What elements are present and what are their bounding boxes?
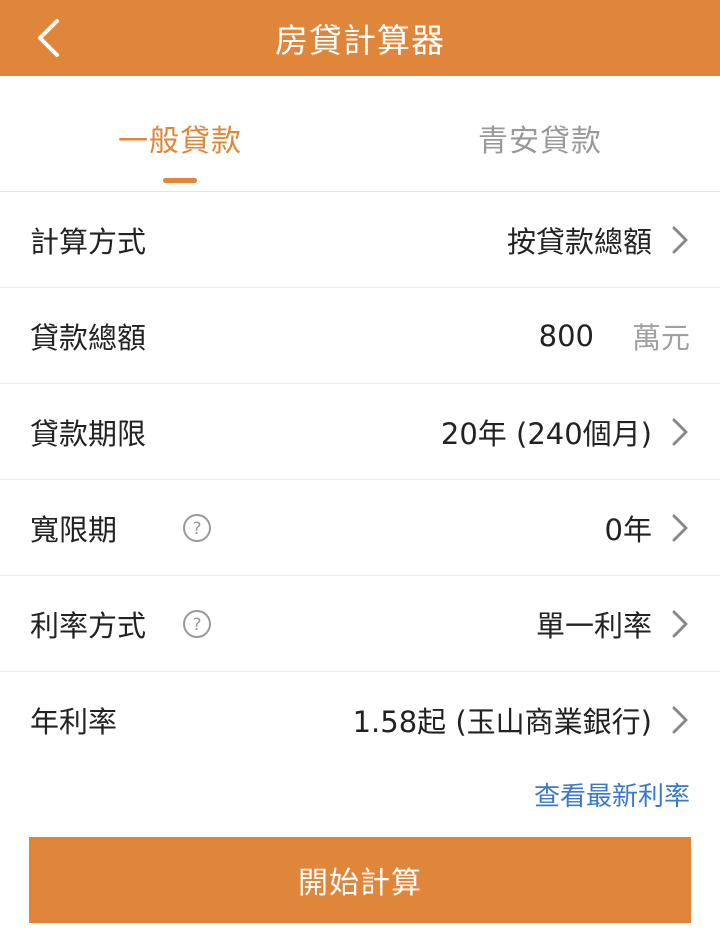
tab-label: 青安貸款	[478, 124, 602, 159]
chevron-right-icon	[668, 223, 692, 257]
loan-amount-input[interactable]: 800	[539, 319, 594, 353]
row-value: 0年	[604, 512, 652, 547]
row-label: 計算方式	[30, 224, 147, 259]
loan-form: 計算方式 按貸款總額 貸款總額 800 萬元 貸款期限 20年 (240個月) …	[0, 192, 720, 768]
calculate-button[interactable]: 開始計算	[29, 837, 691, 923]
row-label: 利率方式	[30, 608, 147, 643]
row-loan-term[interactable]: 貸款期限 20年 (240個月)	[0, 384, 720, 480]
tab-youth-loan[interactable]: 青安貸款	[360, 76, 720, 191]
row-value: 20年 (240個月)	[440, 416, 652, 451]
unit-label: 萬元	[631, 320, 690, 355]
back-button[interactable]	[28, 18, 68, 58]
row-label: 貸款總額	[30, 320, 147, 355]
row-value: 單一利率	[535, 608, 652, 643]
chevron-right-icon	[668, 415, 692, 449]
svg-text:?: ?	[192, 519, 201, 539]
chevron-right-icon	[668, 511, 692, 545]
row-value: 1.58起 (玉山商業銀行)	[352, 705, 652, 739]
latest-rate-link[interactable]: 查看最新利率	[534, 776, 690, 813]
help-icon[interactable]: ?	[182, 513, 212, 543]
chevron-right-icon	[668, 607, 692, 641]
page-title: 房貸計算器	[275, 21, 445, 60]
row-annual-rate[interactable]: 年利率 1.58起 (玉山商業銀行)	[0, 672, 720, 768]
chevron-left-icon	[38, 19, 59, 57]
svg-text:?: ?	[192, 615, 201, 635]
tab-general-loan[interactable]: 一般貸款	[0, 76, 360, 191]
row-loan-amount: 貸款總額 800 萬元	[0, 288, 720, 384]
app-header: 房貸計算器	[0, 0, 720, 76]
row-value: 按貸款總額	[506, 224, 652, 259]
chevron-right-icon	[668, 703, 692, 737]
row-grace-period[interactable]: 寬限期 ? 0年	[0, 480, 720, 576]
loan-type-tabs: 一般貸款 青安貸款	[0, 76, 720, 192]
active-tab-indicator	[163, 178, 197, 183]
row-label: 寬限期	[30, 512, 118, 547]
row-label: 年利率	[30, 705, 118, 739]
row-label: 貸款期限	[30, 416, 147, 451]
row-rate-method[interactable]: 利率方式 ? 單一利率	[0, 576, 720, 672]
help-icon[interactable]: ?	[182, 609, 212, 639]
row-calc-method[interactable]: 計算方式 按貸款總額	[0, 192, 720, 288]
